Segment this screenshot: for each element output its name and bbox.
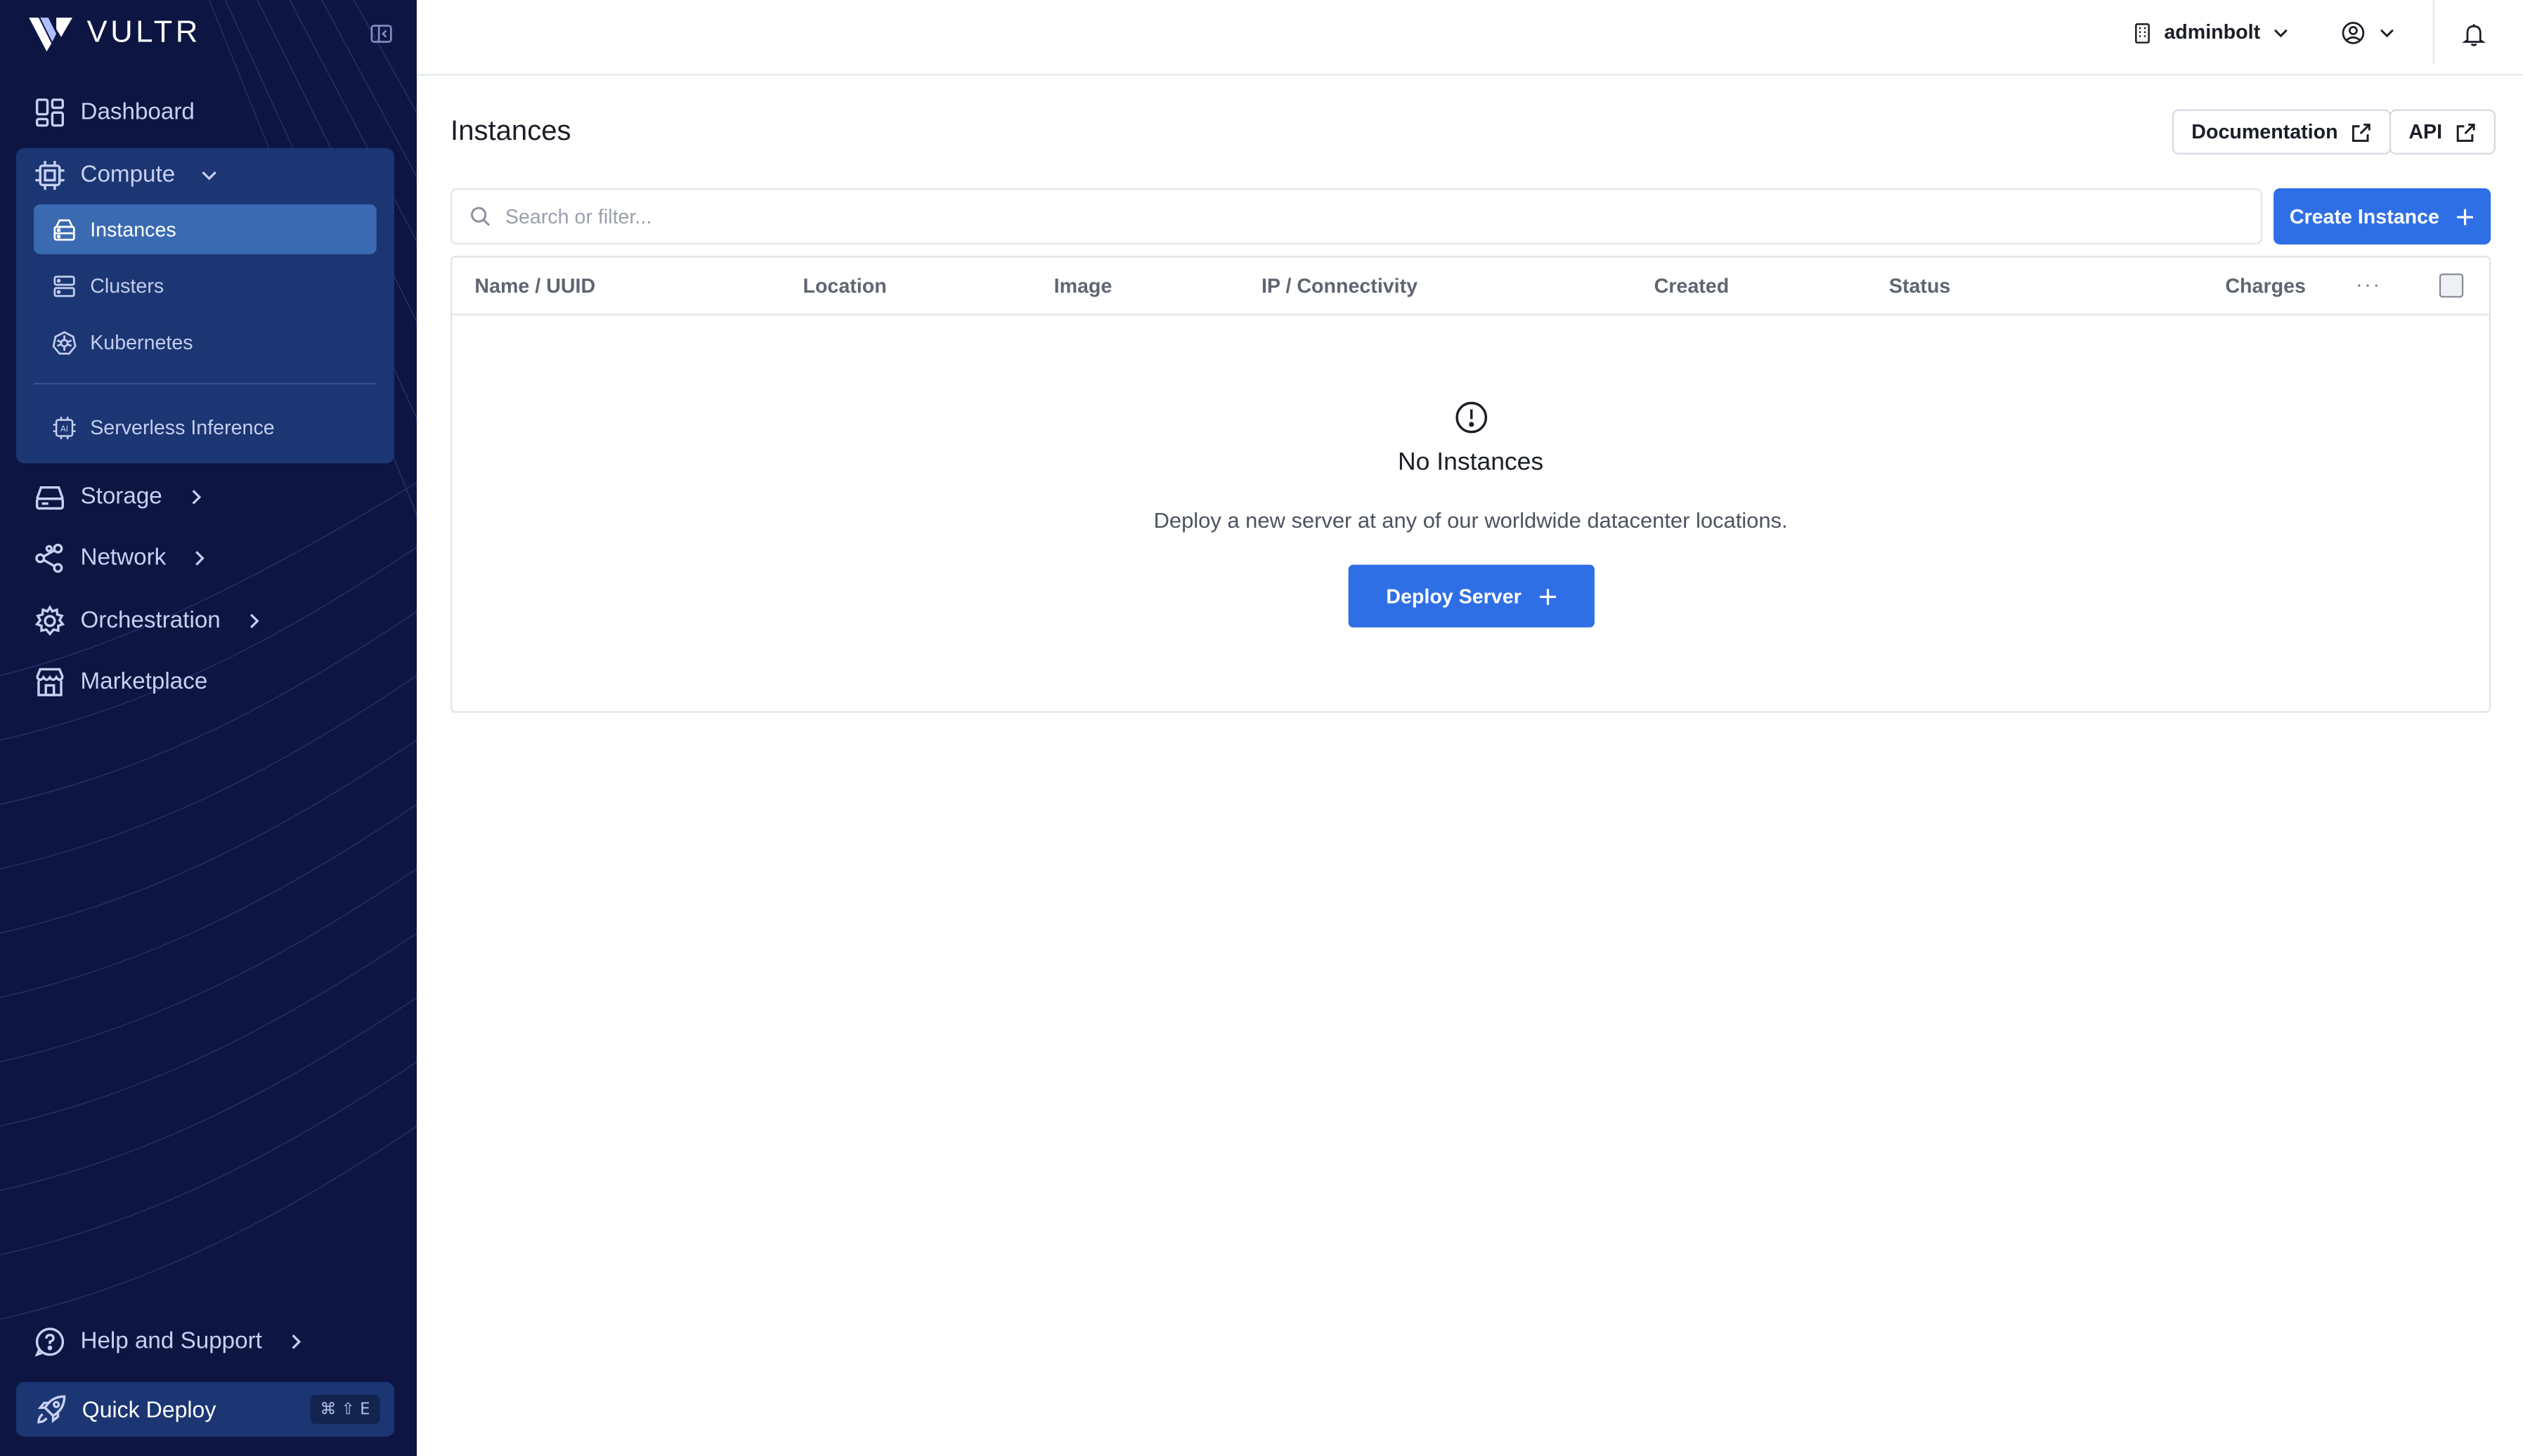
vultr-logo-icon (29, 18, 73, 52)
sidebar-subitem-label: Instances (90, 218, 176, 241)
sidebar-item-label: Marketplace (80, 669, 208, 696)
sidebar-subitem-instances[interactable]: Instances (34, 204, 377, 254)
documentation-label: Documentation (2191, 120, 2338, 143)
sidebar-item-compute[interactable]: Compute (34, 160, 219, 192)
create-instance-button[interactable]: Create Instance (2274, 188, 2491, 245)
chevron-right-icon (195, 551, 205, 566)
plus-icon (1538, 587, 1555, 604)
column-header-ip[interactable]: IP / Connectivity (1262, 275, 1418, 298)
sidebar-item-label: Orchestration (80, 608, 221, 635)
column-header-created[interactable]: Created (1654, 275, 1730, 298)
gear-icon (34, 604, 65, 636)
instances-table: Name / UUID Location Image IP / Connecti… (450, 256, 2491, 713)
external-link-icon (2456, 122, 2475, 141)
more-options-icon[interactable]: ··· (2356, 272, 2382, 296)
search-bar (450, 188, 2263, 245)
empty-state-title: No Instances (1398, 448, 1544, 476)
api-label: API (2408, 120, 2443, 143)
table-header: Name / UUID Location Image IP / Connecti… (452, 257, 2489, 316)
sidebar-item-label: Dashboard (80, 99, 195, 126)
sidebar-item-network[interactable]: Network (34, 542, 209, 575)
sidebar-item-storage[interactable]: Storage (34, 481, 206, 514)
external-link-icon (2352, 122, 2370, 141)
sidebar-item-label: Storage (80, 484, 162, 510)
page-title: Instances (450, 114, 571, 147)
empty-state-description: Deploy a new server at any of our worldw… (1153, 508, 1788, 533)
keyboard-shortcut: ⌘ ⇧ E (310, 1394, 380, 1424)
deploy-server-label: Deploy Server (1386, 585, 1522, 608)
sidebar-subitem-label: Kubernetes (90, 330, 193, 353)
column-header-image[interactable]: Image (1054, 275, 1113, 298)
sidebar-item-marketplace[interactable]: Marketplace (34, 666, 207, 698)
svg-text:AI: AI (60, 423, 68, 433)
kubernetes-icon (52, 330, 77, 354)
cluster-icon (53, 275, 75, 297)
create-instance-label: Create Instance (2289, 204, 2439, 228)
sidebar-item-help[interactable]: Help and Support (34, 1326, 306, 1358)
help-icon (34, 1327, 65, 1357)
column-header-charges[interactable]: Charges (2225, 275, 2306, 298)
building-icon (2135, 22, 2150, 43)
sidebar-subitem-label: Clusters (90, 274, 164, 297)
sidebar-item-label: Network (80, 545, 167, 571)
divider (2432, 0, 2435, 65)
sidebar-item-label: Help and Support (80, 1329, 262, 1355)
chevron-right-icon (250, 613, 259, 629)
alert-circle-icon (1455, 401, 1488, 434)
top-bar: adminbolt (416, 0, 2523, 76)
search-input[interactable] (505, 204, 2211, 228)
cpu-icon (35, 160, 65, 190)
ai-chip-icon: AI (53, 415, 76, 438)
column-header-location[interactable]: Location (803, 275, 886, 298)
sidebar-subitem-label: Serverless Inference (90, 415, 275, 438)
collapse-sidebar-icon[interactable] (368, 21, 394, 47)
column-header-status[interactable]: Status (1889, 275, 1950, 298)
network-icon (35, 543, 63, 573)
account-name: adminbolt (2164, 20, 2261, 44)
column-header-name[interactable]: Name / UUID (474, 275, 595, 298)
plus-icon (2457, 208, 2474, 225)
sidebar-item-orchestration[interactable]: Orchestration (34, 604, 264, 637)
bell-icon[interactable] (2461, 22, 2486, 46)
search-icon (471, 207, 491, 226)
chevron-down-icon (201, 171, 216, 181)
dashboard-icon (35, 98, 65, 127)
server-icon (53, 219, 75, 240)
sidebar: VULTR Dashboard Instances Clusters Kuber… (0, 0, 417, 1456)
sidebar-item-dashboard[interactable]: Dashboard (34, 96, 195, 129)
store-icon (36, 668, 64, 696)
compute-panel: Instances Clusters Kubernetes AI Serverl… (15, 148, 394, 464)
sidebar-item-label: Compute (80, 162, 176, 188)
documentation-button[interactable]: Documentation (2172, 109, 2392, 155)
user-menu[interactable] (2341, 21, 2396, 45)
chevron-right-icon (192, 490, 201, 505)
account-switcher[interactable]: adminbolt (2132, 21, 2290, 44)
sidebar-subitem-serverless-inference[interactable]: AI Serverless Inference (34, 402, 377, 452)
sidebar-subitem-kubernetes[interactable]: Kubernetes (34, 317, 377, 367)
chevron-right-icon (292, 1334, 301, 1349)
api-button[interactable]: API (2389, 109, 2496, 155)
rocket-icon (37, 1395, 66, 1424)
deploy-server-button[interactable]: Deploy Server (1348, 564, 1595, 628)
chevron-down-icon (2274, 28, 2288, 37)
storage-icon (35, 486, 65, 510)
user-circle-icon (2342, 22, 2365, 44)
sidebar-subitem-clusters[interactable]: Clusters (34, 261, 377, 311)
quick-deploy-label: Quick Deploy (82, 1396, 216, 1422)
vultr-logo[interactable]: VULTR (29, 15, 201, 53)
divider (34, 382, 377, 385)
brand-name: VULTR (86, 15, 201, 50)
select-all-checkbox[interactable] (2439, 273, 2464, 298)
chevron-down-icon (2380, 29, 2394, 38)
quick-deploy-button[interactable]: Quick Deploy ⌘ ⇧ E (15, 1382, 394, 1437)
